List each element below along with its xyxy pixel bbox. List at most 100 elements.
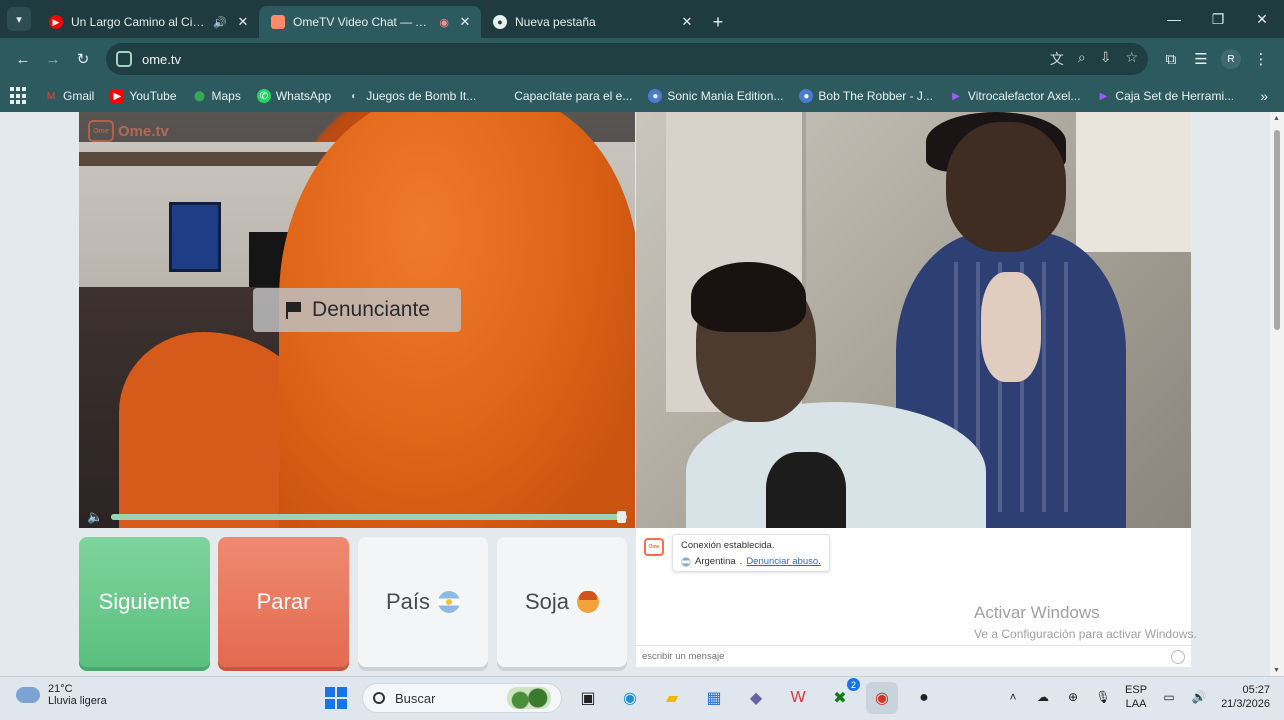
teams-icon[interactable]: ◆	[740, 682, 772, 714]
bookmark-bomb-it[interactable]: ◐ Juegos de Bomb It...	[339, 83, 484, 109]
chat-message-input[interactable]	[642, 651, 1171, 662]
tab-title: Un Largo Camino al Cielo |	[71, 15, 206, 29]
video-person-hair	[691, 262, 806, 332]
report-abuse-link[interactable]: Denunciar abuso.	[746, 556, 820, 567]
apps-grid-icon[interactable]	[10, 87, 28, 105]
tab-search-chevron-icon[interactable]: ▾	[7, 7, 31, 31]
youtube-icon: ▶	[49, 15, 63, 29]
boy-emoji-icon	[577, 591, 600, 613]
microphone-icon[interactable]: 🎙	[1095, 689, 1111, 705]
site-info-icon[interactable]	[116, 51, 132, 67]
avatar: R	[1221, 49, 1241, 69]
more-bookmarks-chevron-icon[interactable]: »	[1254, 88, 1274, 104]
profile-button[interactable]: R	[1216, 44, 1246, 74]
page-scrollbar[interactable]: ▲ ▼	[1270, 112, 1284, 676]
report-button[interactable]: Denunciante	[253, 288, 461, 332]
task-view-icon[interactable]: ▣	[572, 682, 604, 714]
next-button[interactable]: Siguiente	[79, 537, 210, 667]
start-button[interactable]	[320, 682, 352, 714]
xbox-icon[interactable]: ✖ 2	[824, 678, 860, 714]
video-person-hand	[981, 272, 1041, 382]
bookmark-star-icon[interactable]: ☆	[1125, 49, 1138, 69]
bookmark-sonic[interactable]: ● Sonic Mania Edition...	[640, 83, 791, 109]
country-filter-button[interactable]: País	[358, 537, 488, 667]
edge-icon[interactable]: ◉	[614, 682, 646, 714]
omnibox-actions: 文 ⌕ ⇩ ☆	[1050, 49, 1138, 69]
onedrive-icon[interactable]: ☁	[1035, 689, 1051, 705]
new-tab-plus-icon[interactable]: +	[703, 6, 733, 38]
scroll-down-icon[interactable]: ▼	[1273, 667, 1280, 674]
close-icon[interactable]: ✕	[679, 14, 695, 30]
speaker-icon[interactable]: 🔈	[87, 510, 103, 524]
video-microphone	[766, 452, 846, 528]
gender-filter-button[interactable]: Soja	[497, 537, 627, 667]
gmail-icon: M	[46, 90, 56, 102]
store-icon[interactable]: ▦	[698, 682, 730, 714]
arrow-icon: ▶	[1099, 90, 1108, 102]
zoom-icon[interactable]: ⌕	[1078, 49, 1086, 69]
translate-icon[interactable]: 文	[1050, 49, 1064, 69]
bookmark-bob-robber[interactable]: ● Bob The Robber - J...	[791, 83, 941, 109]
clock[interactable]: 05:27 21/3/2026	[1221, 683, 1270, 711]
weather-widget[interactable]: 21°C Lluvia ligera	[16, 683, 107, 707]
chrome-icon: ●	[493, 15, 507, 29]
forward-arrow-icon[interactable]: →	[38, 44, 68, 74]
media-queue-icon[interactable]: ☰	[1186, 44, 1216, 74]
extensions-puzzle-icon[interactable]: ⧉	[1156, 44, 1186, 74]
volume-icon[interactable]: 🔊	[1191, 689, 1207, 705]
bookmark-youtube[interactable]: ▶ YouTube	[102, 83, 184, 109]
wps-office-icon[interactable]: W	[782, 682, 814, 714]
back-arrow-icon[interactable]: ←	[8, 44, 38, 74]
bookmark-maps[interactable]: ⬤ Maps	[185, 83, 249, 109]
stop-label: Parar	[256, 589, 311, 614]
install-app-icon[interactable]: ⇩	[1100, 49, 1112, 69]
clock-time: 05:27	[1242, 684, 1270, 696]
temperature: 21°C	[48, 683, 73, 695]
file-explorer-icon[interactable]: ▰	[656, 682, 688, 714]
reload-icon[interactable]: ↻	[68, 44, 98, 74]
recorder-icon[interactable]: ●	[908, 682, 940, 714]
volume-slider-handle[interactable]	[616, 511, 626, 523]
bookmark-whatsapp[interactable]: ✆ WhatsApp	[249, 83, 339, 109]
kebab-menu-icon[interactable]: ⋮	[1246, 44, 1276, 74]
recording-icon: ◉	[439, 16, 449, 29]
weather-text: 21°C Lluvia ligera	[48, 683, 107, 707]
taskbar: 21°C Lluvia ligera Buscar ▣ ◉ ▰ ▦ ◆ W ✖ 2…	[0, 676, 1284, 720]
volume-control: 🔈	[79, 506, 635, 528]
address-bar[interactable]: ome.tv 文 ⌕ ⇩ ☆	[106, 43, 1148, 75]
close-icon[interactable]: ✕	[457, 14, 473, 30]
window-controls: — ❐ ✕	[1152, 0, 1284, 38]
gamepad-icon: ●	[799, 89, 814, 103]
scrollbar-thumb[interactable]	[1274, 130, 1280, 330]
bookmark-caja-set[interactable]: ▶ Caja Set de Herrami...	[1088, 83, 1242, 109]
tab-new-tab[interactable]: ● Nueva pestaña ✕	[481, 6, 703, 38]
network-icon[interactable]: ▭	[1161, 689, 1177, 705]
language-indicator[interactable]: ESP LAA	[1125, 683, 1147, 711]
emoji-smile-icon[interactable]	[1171, 649, 1185, 664]
bookmark-vitrocalefactor[interactable]: ▶ Vitrocalefactor Axel...	[941, 83, 1089, 109]
tab-ometv[interactable]: OmeTV Video Chat — Alter ◉ ✕	[259, 6, 481, 38]
url-text: ome.tv	[142, 51, 182, 67]
bookmark-capacitate[interactable]: Capacítate para el e...	[506, 83, 640, 109]
logo-text: Ome.tv	[118, 122, 169, 140]
close-icon[interactable]: ✕	[235, 14, 251, 30]
audio-icon[interactable]: 🔊	[213, 16, 227, 29]
tab-youtube[interactable]: ▶ Un Largo Camino al Cielo | 🔊 ✕	[37, 6, 259, 38]
scroll-up-icon[interactable]: ▲	[1273, 115, 1280, 122]
maximize-icon[interactable]: ❐	[1196, 0, 1240, 38]
watermark-subtitle: Ve a Configuración para activar Windows.	[974, 627, 1197, 641]
chat-panel: Ome Conexión establecida. Argentina . De…	[636, 528, 1191, 667]
chevron-up-icon[interactable]: ˄	[1005, 689, 1021, 705]
weather-condition: Lluvia ligera	[48, 695, 107, 707]
vpn-icon[interactable]: ⊕	[1065, 689, 1081, 705]
volume-slider[interactable]	[111, 511, 627, 523]
close-window-icon[interactable]: ✕	[1240, 0, 1284, 38]
bookmark-gmail[interactable]: M Gmail	[36, 83, 102, 109]
minimize-icon[interactable]: —	[1152, 0, 1196, 38]
taskbar-search[interactable]: Buscar	[362, 683, 562, 713]
stop-button[interactable]: Parar	[218, 537, 349, 667]
report-label: Denunciante	[312, 298, 430, 321]
ometv-icon: Ome	[88, 120, 114, 142]
keyboard-layout: LAA	[1125, 698, 1147, 710]
chrome-icon[interactable]: ◉	[866, 682, 898, 714]
